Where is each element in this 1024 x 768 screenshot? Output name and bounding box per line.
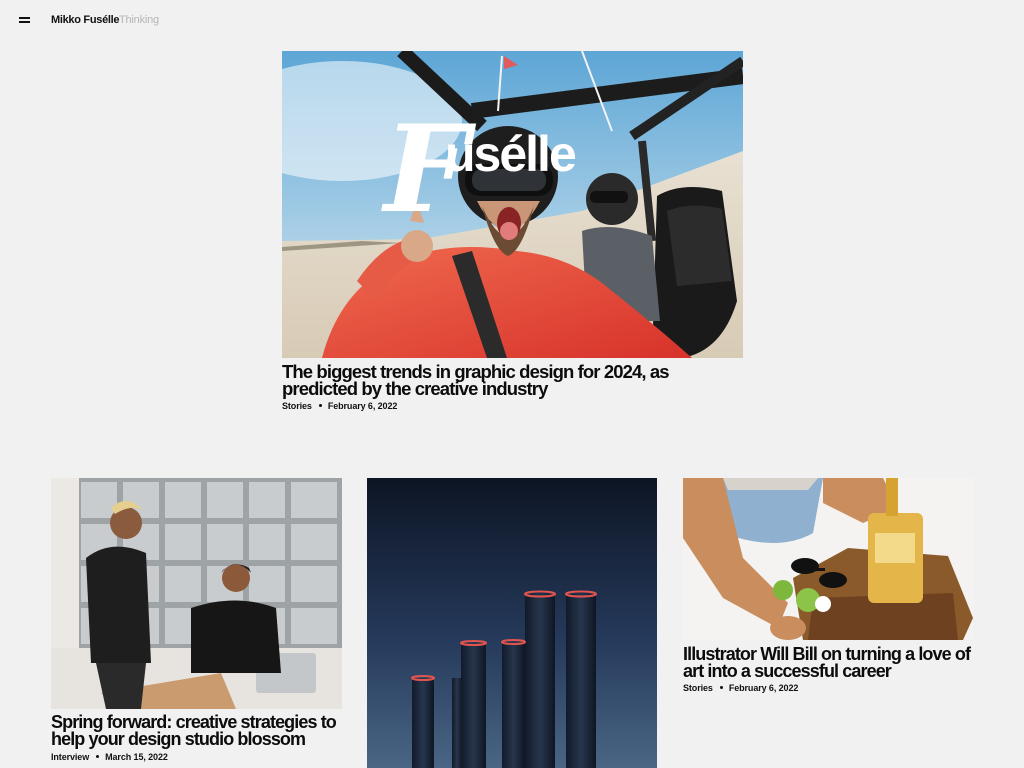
article-headline[interactable]: Illustrator Will Bill on turning a love … [683,645,983,680]
svg-text:usélle: usélle [445,126,576,182]
article-meta: Interview March 15, 2022 [51,752,168,762]
article-card-pillars[interactable] [367,478,657,768]
article-card-spring-forward[interactable]: Spring forward: creative strategies to h… [51,478,342,768]
article-meta: Stories February 6, 2022 [683,683,798,693]
pillars-image[interactable] [367,478,657,768]
studio-meeting-image[interactable] [51,478,342,709]
nav-link-thinking[interactable]: Thinking [119,14,159,26]
article-card-will-bill[interactable]: Illustrator Will Bill on turning a love … [683,478,973,708]
category-label[interactable]: Stories [683,683,713,693]
date-label: February 6, 2022 [327,401,398,411]
article-headline[interactable]: Spring forward: creative strategies to h… [51,713,351,748]
top-bar: Mikko Fusélle Thinking [0,0,1024,40]
separator-dot [96,755,100,759]
date-label: February 6, 2022 [728,683,799,693]
picnic-image[interactable] [683,478,973,640]
category-label[interactable]: Stories [282,401,312,411]
hero-image[interactable]: F usélle [282,51,743,358]
hamburger-menu-icon[interactable] [18,13,32,27]
separator-dot [719,686,723,690]
hero-headline[interactable]: The biggest trends in graphic design for… [282,362,702,398]
category-label[interactable]: Interview [51,752,89,762]
hero-article-card[interactable]: F usélle The biggest trends in graphic d… [282,51,743,421]
separator-dot [318,404,322,408]
hero-meta: Stories February 6, 2022 [282,401,397,411]
site-brand[interactable]: Mikko Fusélle [51,14,120,26]
date-label: March 15, 2022 [105,752,168,762]
